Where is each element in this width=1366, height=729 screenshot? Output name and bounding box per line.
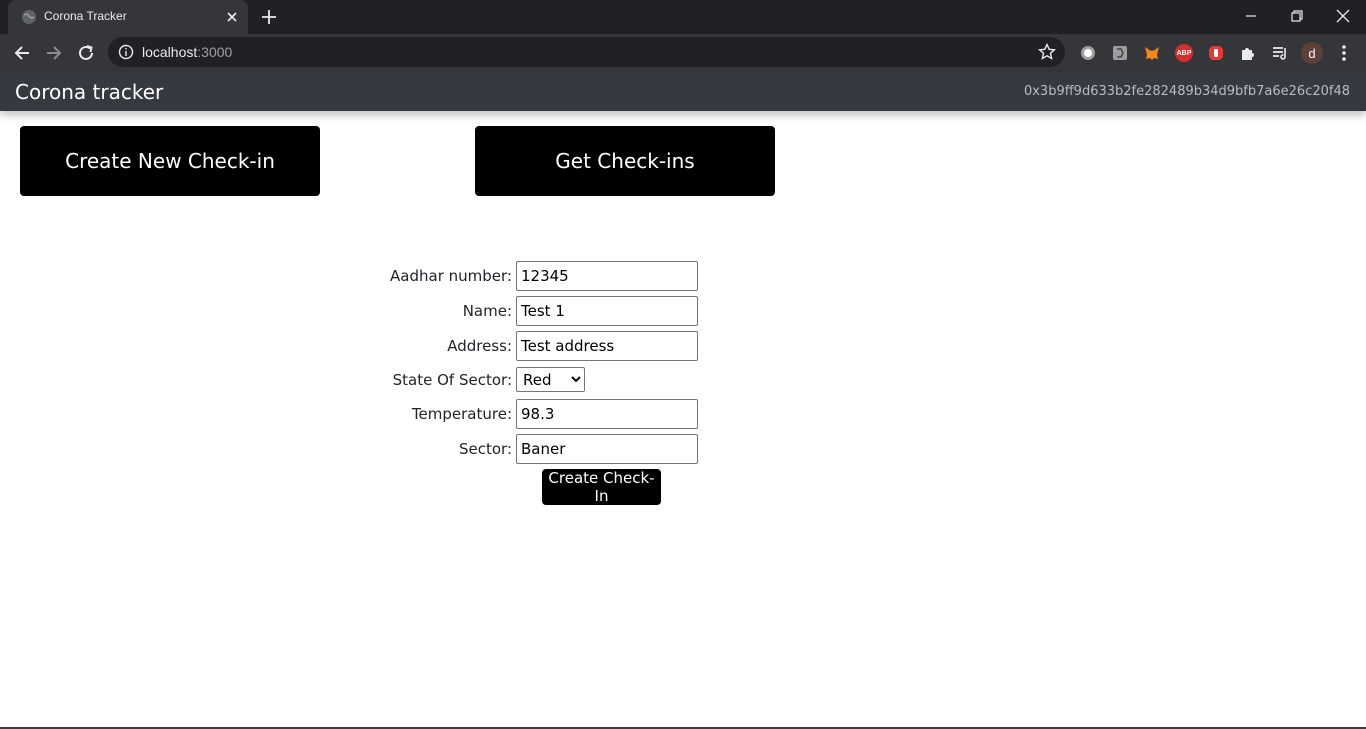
reload-icon [79,45,93,60]
close-window-button[interactable] [1320,0,1366,32]
url-host: localhost [142,44,198,60]
address-row: Address: [300,331,700,361]
url-port: :3000 [197,44,233,60]
minimize-icon [1246,15,1256,17]
state-label: State Of Sector: [392,371,512,389]
reload-button[interactable] [75,42,97,64]
create-new-checkin-button[interactable]: Create New Check-in [20,126,320,196]
back-button[interactable] [11,42,33,64]
name-row: Name: [300,296,700,326]
puzzle-grey-icon[interactable] [1111,44,1129,62]
close-tab-icon[interactable] [224,9,240,25]
brand-title[interactable]: Corona tracker [15,80,163,104]
name-label: Name: [462,302,512,320]
browser-tab-bar: Corona Tracker [0,0,1366,34]
forward-button[interactable] [43,42,65,64]
name-input[interactable] [516,296,698,326]
close-icon [1336,9,1350,23]
metamask-icon[interactable] [1143,44,1161,62]
temperature-label: Temperature: [411,405,512,423]
minimize-button[interactable] [1228,0,1274,32]
state-row: State Of Sector: Red [300,366,700,393]
new-tab-icon[interactable] [260,8,278,26]
record-icon[interactable] [1079,44,1097,62]
browser-toolbar: localhost:3000 ABP d [0,34,1366,72]
sector-row: Sector: [300,434,700,464]
more-menu-icon[interactable] [1336,43,1352,63]
state-select[interactable]: Red [516,367,585,392]
address-label: Address: [447,337,512,355]
aadhar-row: Aadhar number: [300,261,700,291]
temperature-input[interactable] [516,399,698,429]
create-checkin-submit-button[interactable]: Create Check-In [542,469,661,505]
info-icon[interactable] [118,44,134,60]
aadhar-input[interactable] [516,261,698,291]
profile-avatar[interactable]: d [1301,42,1323,64]
globe-icon [22,10,36,24]
arrow-left-icon [14,46,29,60]
tab-title: Corona Tracker [44,9,127,23]
app-navbar: Corona tracker 0x3b9ff9d633b2fe282489b34… [0,72,1366,111]
address-bar[interactable]: localhost:3000 [108,37,1065,67]
arrow-right-icon [47,46,62,60]
sector-label: Sector: [458,440,512,458]
temperature-row: Temperature: [300,399,700,429]
playlist-icon[interactable] [1271,44,1289,62]
hand-stop-icon[interactable] [1207,44,1225,62]
aadhar-label: Aadhar number: [390,267,512,285]
get-checkins-button[interactable]: Get Check-ins [475,126,775,196]
restore-button[interactable] [1274,0,1320,32]
bookmark-star-icon[interactable] [1038,43,1056,61]
account-address: 0x3b9ff9d633b2fe282489b34d9bfb7a6e26c20f… [1023,84,1350,99]
extensions-icon[interactable] [1239,44,1257,62]
sector-input[interactable] [516,434,698,464]
url-text: localhost:3000 [142,44,232,60]
browser-tab[interactable]: Corona Tracker [8,0,248,34]
address-input[interactable] [516,331,698,361]
abp-icon[interactable]: ABP [1175,44,1193,62]
restore-icon [1291,10,1303,22]
